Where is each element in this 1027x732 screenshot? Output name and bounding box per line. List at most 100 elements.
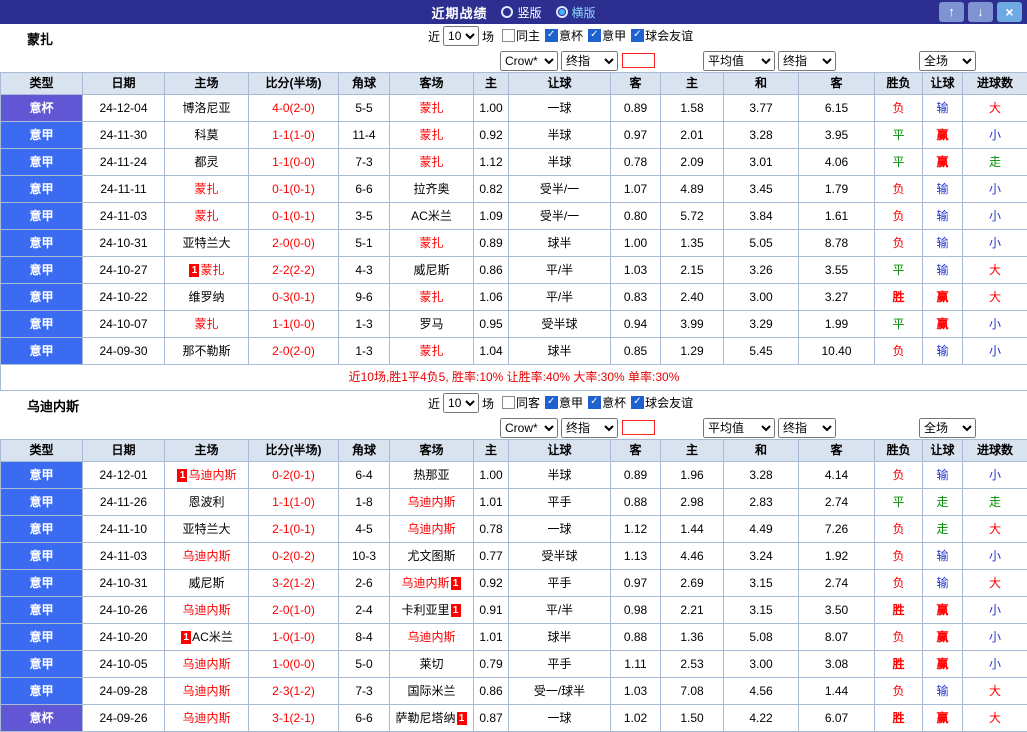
close-button[interactable]: × (997, 2, 1022, 22)
odds-option-strip: Crow* 终指 平均值 终指 全场 (0, 50, 1027, 72)
score-cell: 2-3(1-2) (248, 677, 339, 705)
handicap-result-cell: 走 (922, 488, 963, 516)
match-count-select[interactable]: 10 (443, 26, 480, 46)
layout-radio-vertical[interactable]: 竖版 (501, 4, 542, 21)
col-outcome: 胜负 (874, 72, 923, 95)
team-label: 蒙扎 (419, 236, 444, 250)
asian-handicap: 受一/球半 (508, 677, 611, 705)
col-euro-draw: 和 (723, 439, 799, 462)
score-cell: 2-0(0-0) (248, 229, 339, 257)
league-cell: 意甲 (0, 148, 83, 176)
asian-away-odds: 0.97 (610, 121, 661, 149)
outcome-cell: 负 (874, 94, 923, 122)
euro-away-odds: 3.55 (798, 256, 875, 284)
checkbox-icon[interactable] (588, 29, 602, 42)
filter-checkbox[interactable]: 意甲 (545, 394, 583, 411)
handicap-result-cell: 走 (922, 515, 963, 543)
filter-checkbox[interactable]: 同主 (502, 27, 540, 44)
bookmaker-select[interactable]: Crow* (500, 51, 558, 71)
corner-cell: 11-4 (338, 121, 390, 149)
handicap-result-cell: 输 (922, 202, 963, 230)
match-row: 意甲 24-11-26 恩波利 1-1(1-0) 1-8 乌迪内斯 1.01 平手 0.88 2.… (0, 488, 1027, 516)
score-cell: 1-1(1-0) (248, 488, 339, 516)
table-header-row: 类型 日期 主场 比分(半场) 角球 客场 主 让球 客 主 和 客 胜负 让球… (0, 439, 1027, 462)
filter-checkbox[interactable]: 同客 (502, 394, 540, 411)
checkbox-icon[interactable] (588, 396, 602, 409)
scope-select[interactable]: 全场 (919, 418, 976, 438)
checkbox-icon[interactable] (502, 29, 516, 42)
filter-checkbox[interactable]: 球会友谊 (631, 394, 693, 411)
team-label: 蒙扎 (419, 290, 444, 304)
red-outline-box[interactable] (622, 53, 655, 68)
corner-cell: 9-6 (338, 283, 390, 311)
red-outline-box[interactable] (622, 420, 655, 435)
asian-home-odds: 0.95 (473, 310, 509, 338)
handicap-result-cell: 输 (922, 229, 963, 257)
team-section-udinese: 乌迪内斯 近 10 场 同客意甲意杯球会友谊 Crow* 终指 平均值 终指 全… (0, 391, 1027, 732)
checkbox-icon[interactable] (631, 29, 645, 42)
near-label: 近 (428, 29, 441, 44)
euro-home-odds: 4.89 (660, 175, 724, 203)
match-count-select[interactable]: 10 (443, 393, 480, 413)
asian-away-odds: 0.94 (610, 310, 661, 338)
bookmaker-select[interactable]: Crow* (500, 418, 558, 438)
match-row: 意甲 24-10-31 亚特兰大 2-0(0-0) 5-1 蒙扎 0.89 球半 1.00 1.3… (0, 229, 1027, 257)
layout-radio-horizontal[interactable]: 横版 (555, 4, 596, 21)
asian-home-odds: 0.78 (473, 515, 509, 543)
checkbox-icon[interactable] (545, 29, 559, 42)
home-team: 乌迪内斯 (164, 650, 249, 678)
col-euro-home: 主 (660, 72, 724, 95)
filter-checkbox[interactable]: 意杯 (545, 27, 583, 44)
match-date: 24-12-01 (82, 461, 165, 489)
corner-cell: 7-3 (338, 148, 390, 176)
euro-odds-time-select[interactable]: 终指 (778, 51, 836, 71)
matches-label: 场 (482, 396, 495, 411)
euro-odds-source-select[interactable]: 平均值 (703, 51, 775, 71)
corner-cell: 2-6 (338, 569, 390, 597)
team-label: 乌迪内斯 (188, 468, 237, 482)
score-cell: 1-1(0-0) (248, 310, 339, 338)
filter-checkbox[interactable]: 意杯 (588, 394, 626, 411)
scroll-up-button[interactable]: ↑ (939, 2, 964, 22)
title-bar-center: 近期战绩 竖版 横版 (431, 3, 595, 22)
home-team: 威尼斯 (164, 569, 249, 597)
team-label: 萨勒尼塔纳 (395, 711, 456, 725)
away-team: 乌迪内斯 (389, 488, 474, 516)
goals-result-cell: 大 (962, 704, 1027, 732)
euro-home-odds: 2.98 (660, 488, 724, 516)
checkbox-label: 意甲 (602, 29, 627, 43)
match-date: 24-11-30 (82, 121, 165, 149)
checkbox-icon[interactable] (631, 396, 645, 409)
asian-home-odds: 1.06 (473, 283, 509, 311)
team-label: 莱切 (419, 657, 444, 671)
match-date: 24-09-28 (82, 677, 165, 705)
outcome-cell: 胜 (874, 596, 923, 624)
filter-checkbox[interactable]: 球会友谊 (631, 27, 693, 44)
scroll-down-button[interactable]: ↓ (968, 2, 993, 22)
score-cell: 0-1(0-1) (248, 202, 339, 230)
goals-result-cell: 小 (962, 310, 1027, 338)
checkbox-label: 同主 (516, 29, 541, 43)
score-cell: 2-1(0-1) (248, 515, 339, 543)
outcome-cell: 负 (874, 569, 923, 597)
match-date: 24-10-26 (82, 596, 165, 624)
asian-odds-time-select[interactable]: 终指 (561, 418, 618, 438)
team-label: 蒙扎 (419, 344, 444, 358)
euro-draw-odds: 5.08 (723, 623, 799, 651)
euro-draw-odds: 2.83 (723, 488, 799, 516)
away-team: 蒙扎 (389, 148, 474, 176)
handicap-result-cell: 输 (922, 256, 963, 284)
euro-odds-source-select[interactable]: 平均值 (703, 418, 775, 438)
euro-odds-time-select[interactable]: 终指 (778, 418, 836, 438)
team-name: 乌迪内斯 (27, 399, 80, 414)
checkbox-icon[interactable] (502, 396, 516, 409)
handicap-result-cell: 输 (922, 461, 963, 489)
filter-checkbox[interactable]: 意甲 (588, 27, 626, 44)
asian-odds-time-select[interactable]: 终指 (561, 51, 618, 71)
scope-select[interactable]: 全场 (919, 51, 976, 71)
euro-draw-odds: 3.29 (723, 310, 799, 338)
euro-home-odds: 2.21 (660, 596, 724, 624)
home-team: 亚特兰大 (164, 229, 249, 257)
checkbox-icon[interactable] (545, 396, 559, 409)
away-team: 尤文图斯 (389, 542, 474, 570)
